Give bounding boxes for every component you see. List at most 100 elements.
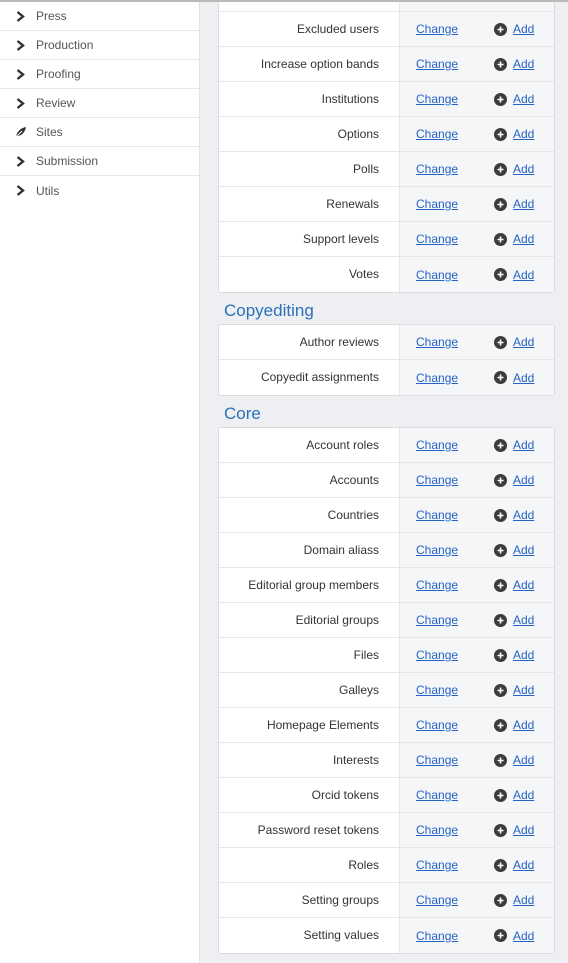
table-row: Accounts Change Add <box>219 463 554 498</box>
add-button[interactable]: Add <box>494 508 534 522</box>
sidebar-item-utils[interactable]: Utils <box>0 176 199 205</box>
change-link[interactable]: Change <box>416 718 494 732</box>
add-button[interactable]: Add <box>494 753 534 767</box>
add-button[interactable]: Add <box>494 162 534 176</box>
add-link[interactable]: Add <box>513 197 534 211</box>
add-link[interactable]: Add <box>513 162 534 176</box>
add-link[interactable]: Add <box>513 508 534 522</box>
add-button[interactable]: Add <box>494 788 534 802</box>
table-row: Editorial group members Change Add <box>219 568 554 603</box>
row-actions: Change Add <box>400 673 554 707</box>
add-link[interactable]: Add <box>513 683 534 697</box>
plus-circle-icon <box>494 92 507 106</box>
add-button[interactable]: Add <box>494 648 534 662</box>
table-row: Roles Change Add <box>219 848 554 883</box>
change-link[interactable]: Change <box>416 929 494 943</box>
add-link[interactable]: Add <box>513 127 534 141</box>
add-button[interactable]: Add <box>494 718 534 732</box>
add-link[interactable]: Add <box>513 473 534 487</box>
add-button[interactable]: Add <box>494 232 534 246</box>
add-link[interactable]: Add <box>513 929 534 943</box>
add-link[interactable]: Add <box>513 371 534 385</box>
change-link[interactable]: Change <box>416 127 494 141</box>
add-link[interactable]: Add <box>513 438 534 452</box>
add-button[interactable]: Add <box>494 823 534 837</box>
change-link[interactable]: Change <box>416 648 494 662</box>
add-link[interactable]: Add <box>513 268 534 282</box>
plus-circle-icon <box>494 22 507 36</box>
plus-circle-icon <box>494 718 507 732</box>
table-row: Account roles Change Add <box>219 428 554 463</box>
change-link[interactable]: Change <box>416 858 494 872</box>
add-link[interactable]: Add <box>513 718 534 732</box>
add-button[interactable]: Add <box>494 438 534 452</box>
add-link[interactable]: Add <box>513 92 534 106</box>
add-button[interactable]: Add <box>494 683 534 697</box>
add-button[interactable]: Add <box>494 473 534 487</box>
table-row: Institutions Change Add <box>219 82 554 117</box>
change-link[interactable]: Change <box>416 162 494 176</box>
table-row: Interests Change Add <box>219 743 554 778</box>
plus-circle-icon <box>494 543 507 557</box>
add-button[interactable]: Add <box>494 543 534 557</box>
add-button[interactable]: Add <box>494 335 534 349</box>
change-link[interactable]: Change <box>416 508 494 522</box>
change-link[interactable]: Change <box>416 22 494 36</box>
change-link[interactable]: Change <box>416 232 494 246</box>
chevron-right-icon <box>14 97 27 110</box>
change-link[interactable]: Change <box>416 753 494 767</box>
add-link[interactable]: Add <box>513 648 534 662</box>
change-link[interactable]: Change <box>416 92 494 106</box>
add-button[interactable]: Add <box>494 893 534 907</box>
add-button[interactable]: Add <box>494 578 534 592</box>
model-name: Account roles <box>219 428 400 462</box>
table-row: Orcid tokens Change Add <box>219 778 554 813</box>
add-link[interactable]: Add <box>513 543 534 557</box>
change-link[interactable]: Change <box>416 268 494 282</box>
add-link[interactable]: Add <box>513 753 534 767</box>
sidebar-item-sites[interactable]: Sites <box>0 118 199 147</box>
change-link[interactable]: Change <box>416 893 494 907</box>
add-button[interactable]: Add <box>494 57 534 71</box>
change-link[interactable]: Change <box>416 197 494 211</box>
add-link[interactable]: Add <box>513 823 534 837</box>
change-link[interactable]: Change <box>416 543 494 557</box>
plus-circle-icon <box>494 753 507 767</box>
sidebar-item-submission[interactable]: Submission <box>0 147 199 176</box>
add-link[interactable]: Add <box>513 22 534 36</box>
add-link[interactable]: Add <box>513 788 534 802</box>
add-link[interactable]: Add <box>513 578 534 592</box>
add-button[interactable]: Add <box>494 371 534 385</box>
add-link[interactable]: Add <box>513 57 534 71</box>
sidebar-item-production[interactable]: Production <box>0 31 199 60</box>
row-actions: Change Add <box>400 708 554 742</box>
add-link[interactable]: Add <box>513 232 534 246</box>
sidebar-item-proofing[interactable]: Proofing <box>0 60 199 89</box>
add-link[interactable]: Add <box>513 893 534 907</box>
change-link[interactable]: Change <box>416 788 494 802</box>
add-link[interactable]: Add <box>513 613 534 627</box>
sidebar-item-label: Submission <box>36 154 99 168</box>
add-button[interactable]: Add <box>494 268 534 282</box>
add-button[interactable]: Add <box>494 929 534 943</box>
add-button[interactable]: Add <box>494 197 534 211</box>
add-button[interactable]: Add <box>494 858 534 872</box>
add-link[interactable]: Add <box>513 335 534 349</box>
change-link[interactable]: Change <box>416 335 494 349</box>
sidebar-item-press[interactable]: Press <box>0 2 199 31</box>
change-link[interactable]: Change <box>416 371 494 385</box>
add-button[interactable]: Add <box>494 22 534 36</box>
change-link[interactable]: Change <box>416 683 494 697</box>
change-link[interactable]: Change <box>416 473 494 487</box>
add-button[interactable]: Add <box>494 92 534 106</box>
change-link[interactable]: Change <box>416 613 494 627</box>
add-button[interactable]: Add <box>494 127 534 141</box>
row-actions: Change Add <box>400 117 554 151</box>
change-link[interactable]: Change <box>416 57 494 71</box>
add-link[interactable]: Add <box>513 858 534 872</box>
change-link[interactable]: Change <box>416 823 494 837</box>
change-link[interactable]: Change <box>416 578 494 592</box>
add-button[interactable]: Add <box>494 613 534 627</box>
change-link[interactable]: Change <box>416 438 494 452</box>
sidebar-item-review[interactable]: Review <box>0 89 199 118</box>
